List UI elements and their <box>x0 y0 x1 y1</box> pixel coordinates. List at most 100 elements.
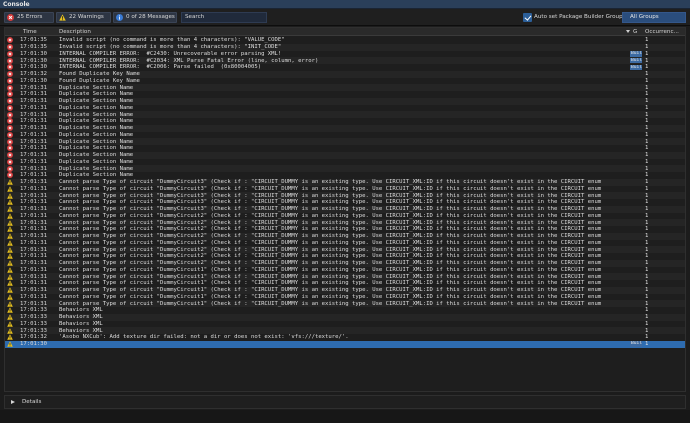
table-row[interactable]: 17:01:31 Duplicate Section Name 1 <box>5 151 685 159</box>
row-time: 17:01:31 <box>20 287 47 294</box>
error-icon <box>7 64 13 71</box>
table-row[interactable]: 17:01:31 Duplicate Section Name 1 <box>5 172 685 179</box>
table-row[interactable]: 17:01:31 Duplicate Section Name 1 <box>5 132 685 139</box>
row-description: INTERNAL COMPILER ERROR: #C2006: Parse f… <box>59 64 262 71</box>
messages-filter-button[interactable]: 0 of 28 Messages <box>113 12 177 23</box>
row-description: Cannot parse Type of circuit "DummyCircu… <box>59 233 602 240</box>
row-time: 17:01:31 <box>20 179 47 186</box>
table-row[interactable]: 17:01:32 Found Duplicate Key Name 1 <box>5 70 685 78</box>
row-time: 17:01:31 <box>20 266 47 273</box>
row-occurrences: 1 <box>645 98 649 105</box>
row-time: 17:01:30 <box>20 77 47 84</box>
warning-icon <box>7 287 13 293</box>
row-time: 17:01:31 <box>20 111 47 118</box>
table-row[interactable]: 17:01:33 Behaviors XML 1 <box>5 327 685 334</box>
table-row[interactable]: 17:01:31 Cannot parse Type of circuit "Du… <box>5 205 685 213</box>
warnings-filter-label: 22 Warnings <box>69 14 104 20</box>
table-row[interactable]: 17:01:31 Duplicate Section Name 1 <box>5 105 685 112</box>
row-description: Cannot parse Type of circuit "DummyCircu… <box>59 287 602 294</box>
warning-icon <box>7 314 13 320</box>
table-row[interactable]: 17:01:31 Duplicate Section Name 1 <box>5 124 685 132</box>
table-row[interactable]: 17:01:31 Cannot parse Type of circuit "Du… <box>5 280 685 287</box>
table-row[interactable]: 17:01:31 Duplicate Section Name 1 <box>5 97 685 105</box>
table-row[interactable]: 17:01:30 Found Duplicate Key Name 1 <box>5 78 685 85</box>
table-row[interactable]: 17:01:33 Behaviors XML 1 <box>5 313 685 321</box>
table-row[interactable]: 17:01:31 Duplicate Section Name 1 <box>5 118 685 125</box>
table-row[interactable]: 17:01:31 Duplicate Section Name 1 <box>5 145 685 152</box>
table-row[interactable]: 17:01:31 Cannot parse Type of circuit "Du… <box>5 300 685 307</box>
error-icon <box>7 71 13 78</box>
column-header-time[interactable]: Time <box>23 29 37 35</box>
table-row[interactable]: 17:01:31 Cannot parse Type of circuit "Du… <box>5 178 685 186</box>
auto-set-checkbox[interactable] <box>523 13 532 22</box>
table-row[interactable]: 17:01:31 Cannot parse Type of circuit "Du… <box>5 246 685 253</box>
warnings-filter-button[interactable]: 22 Warnings <box>56 12 111 23</box>
table-row[interactable]: 17:01:31 Cannot parse Type of circuit "Du… <box>5 253 685 260</box>
row-description: Cannot parse Type of circuit "DummyCircu… <box>59 246 602 253</box>
row-time: 17:01:31 <box>20 239 47 246</box>
warning-icon <box>7 300 13 307</box>
table-row[interactable]: 17:01:31 Cannot parse Type of circuit "Du… <box>5 192 685 199</box>
window-titlebar[interactable]: Console <box>0 0 690 9</box>
table-row[interactable]: 17:01:30 INTERNAL COMPILER ERROR: #C2006:… <box>5 64 685 71</box>
table-row[interactable]: 17:01:31 Cannot parse Type of circuit "Du… <box>5 213 685 220</box>
column-header-group[interactable]: G <box>633 29 637 35</box>
row-occurrences: 1 <box>645 287 649 294</box>
table-row[interactable]: 17:01:31 Duplicate Section Name 1 <box>5 84 685 91</box>
row-description: Duplicate Section Name <box>59 145 134 152</box>
table-row[interactable]: 17:01:35 Invalid script (no command is mo… <box>5 43 685 51</box>
table-row[interactable]: 17:01:31 Duplicate Section Name 1 <box>5 165 685 172</box>
table-row[interactable]: 17:01:31 Cannot parse Type of circuit "Du… <box>5 267 685 274</box>
table-row[interactable]: 17:01:31 Cannot parse Type of circuit "Du… <box>5 259 685 267</box>
row-occurrences: 1 <box>645 273 649 280</box>
table-row[interactable]: 17:01:31 Duplicate Section Name 1 <box>5 138 685 145</box>
table-row[interactable]: 17:01:31 Cannot parse Type of circuit "Du… <box>5 226 685 233</box>
column-header-occurrences[interactable]: Occurrenc... <box>645 29 679 35</box>
table-row[interactable]: 17:01:31 Duplicate Section Name 1 <box>5 111 685 118</box>
table-row[interactable]: 17:01:30 INTERNAL COMPILER ERROR: #C2430:… <box>5 51 685 58</box>
row-occurrences: 1 <box>645 327 649 334</box>
error-icon <box>7 138 13 145</box>
row-time: 17:01:30 <box>20 57 47 64</box>
row-time: 17:01:35 <box>20 44 47 51</box>
table-row[interactable]: 17:01:35 Invalid script (no command is mo… <box>5 37 685 44</box>
table-row[interactable]: 17:01:31 Cannot parse Type of circuit "Du… <box>5 186 685 193</box>
table-row[interactable]: 17:01:31 Cannot parse Type of circuit "Du… <box>5 286 685 294</box>
table-row[interactable]: 17:01:31 Cannot parse Type of circuit "Du… <box>5 199 685 206</box>
row-time: 17:01:31 <box>20 219 47 226</box>
warning-icon <box>7 253 13 260</box>
expand-arrow-icon[interactable] <box>11 400 15 404</box>
console-log-table[interactable]: Time Description G Occurrenc... 17:01:35… <box>4 27 686 392</box>
table-row[interactable]: 17:01:31 Cannot parse Type of circuit "Du… <box>5 273 685 280</box>
search-input[interactable]: Search <box>181 12 267 23</box>
error-icon <box>7 131 13 138</box>
group-select[interactable]: All Groups <box>622 12 686 23</box>
errors-filter-button[interactable]: 25 Errors <box>4 12 54 23</box>
warning-icon <box>59 14 66 21</box>
table-row[interactable]: 17:01:31 Duplicate Section Name 1 <box>5 159 685 166</box>
details-panel-header[interactable]: Details <box>4 395 686 409</box>
warning-icon <box>7 321 13 327</box>
table-row[interactable]: 17:01:31 Cannot parse Type of circuit "Du… <box>5 294 685 301</box>
sort-arrow-icon[interactable] <box>626 30 630 33</box>
table-row[interactable]: 17:01:33 Behaviors XML 1 <box>5 321 685 328</box>
row-description: Behaviors XML <box>59 314 103 321</box>
error-icon <box>7 50 13 57</box>
row-description: Duplicate Section Name <box>59 91 134 98</box>
row-occurrences: 1 <box>645 158 649 165</box>
table-row[interactable]: 17:01:32 'Asobo NXCub': Add texture dir f… <box>5 334 685 341</box>
row-time: 17:01:31 <box>20 233 47 240</box>
table-row[interactable]: 17:01:31 Cannot parse Type of circuit "Du… <box>5 232 685 240</box>
column-header-description[interactable]: Description <box>59 29 91 35</box>
table-row[interactable]: 17:01:33 Behaviors XML 1 <box>5 307 685 314</box>
table-row[interactable]: 17:01:31 Cannot parse Type of circuit "Du… <box>5 240 685 247</box>
warning-icon <box>7 186 13 192</box>
table-row[interactable]: 17:01:31 Cannot parse Type of circuit "Du… <box>5 219 685 226</box>
row-description: Duplicate Section Name <box>59 98 134 105</box>
table-row[interactable]: 17:01:30 Buil 1 <box>5 340 685 348</box>
table-row[interactable]: 17:01:30 INTERNAL COMPILER ERROR: #C2034:… <box>5 57 685 64</box>
table-row[interactable]: 17:01:31 Duplicate Section Name 1 <box>5 91 685 98</box>
row-description: Cannot parse Type of circuit "DummyCircu… <box>59 192 602 199</box>
row-time: 17:01:31 <box>20 98 47 105</box>
warning-icon <box>7 219 13 226</box>
